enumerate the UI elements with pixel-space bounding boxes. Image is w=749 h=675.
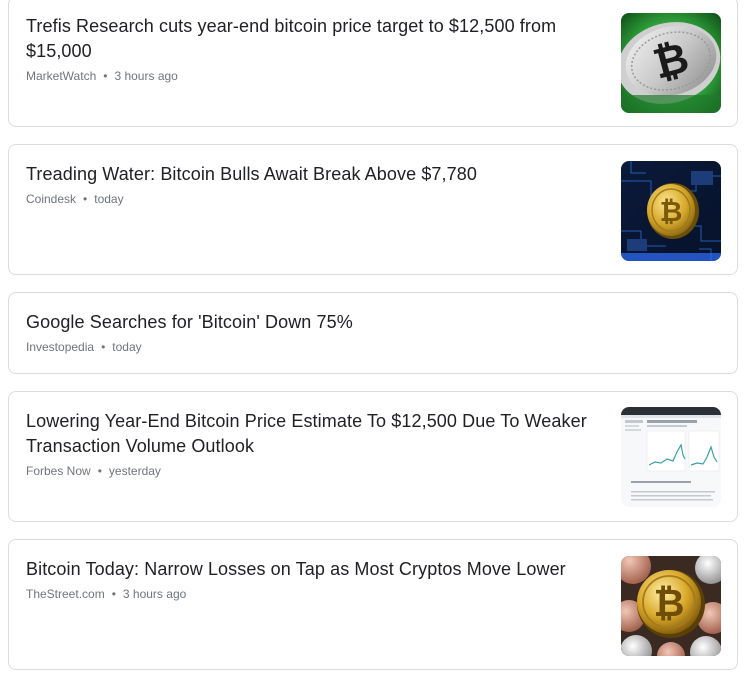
meta-separator: • xyxy=(103,69,108,83)
news-source: Forbes Now xyxy=(26,464,91,478)
news-headline[interactable]: Bitcoin Today: Narrow Losses on Tap as M… xyxy=(26,557,607,582)
news-time: 3 hours ago xyxy=(114,69,178,83)
news-card[interactable]: Trefis Research cuts year-end bitcoin pr… xyxy=(8,0,738,127)
news-headline[interactable]: Google Searches for 'Bitcoin' Down 75% xyxy=(26,310,720,335)
news-feed: Trefis Research cuts year-end bitcoin pr… xyxy=(0,0,749,675)
news-card[interactable]: Bitcoin Today: Narrow Losses on Tap as M… xyxy=(8,539,738,670)
meta-separator: • xyxy=(97,464,102,478)
news-headline[interactable]: Treading Water: Bitcoin Bulls Await Brea… xyxy=(26,162,607,187)
news-headline[interactable]: Lowering Year-End Bitcoin Price Estimate… xyxy=(26,409,607,459)
news-source: TheStreet.com xyxy=(26,587,105,601)
news-meta: Forbes Now • yesterday xyxy=(26,463,607,479)
news-source: Investopedia xyxy=(26,340,95,354)
meta-separator: • xyxy=(101,340,106,354)
svg-text:₿: ₿ xyxy=(654,581,685,625)
news-time: today xyxy=(94,192,124,206)
news-card-text: Lowering Year-End Bitcoin Price Estimate… xyxy=(26,409,607,479)
bitcoin-coin-green-icon[interactable]: ₿ xyxy=(621,13,721,113)
meta-separator: • xyxy=(83,192,88,206)
news-card[interactable]: Treading Water: Bitcoin Bulls Await Brea… xyxy=(8,144,738,275)
news-meta: Investopedia • today xyxy=(26,339,720,355)
news-card[interactable]: Lowering Year-End Bitcoin Price Estimate… xyxy=(8,391,738,522)
news-source: MarketWatch xyxy=(26,69,97,83)
news-time: yesterday xyxy=(108,464,161,478)
meta-separator: • xyxy=(111,587,116,601)
news-time: today xyxy=(112,340,142,354)
news-time: 3 hours ago xyxy=(122,587,187,601)
news-card-text: Bitcoin Today: Narrow Losses on Tap as M… xyxy=(26,557,607,602)
news-meta: TheStreet.com • 3 hours ago xyxy=(26,586,607,602)
news-meta: Coindesk • today xyxy=(26,191,607,207)
svg-text:₿: ₿ xyxy=(660,195,683,228)
news-headline[interactable]: Trefis Research cuts year-end bitcoin pr… xyxy=(26,14,607,64)
price-chart-screenshot-icon[interactable] xyxy=(621,407,721,507)
news-card-text: Google Searches for 'Bitcoin' Down 75% I… xyxy=(26,310,720,355)
bitcoin-circuit-board-icon[interactable]: ₿ xyxy=(621,161,721,261)
news-source: Coindesk xyxy=(26,192,77,206)
crypto-coins-pile-icon[interactable]: ₿ xyxy=(621,556,721,656)
news-card-text: Trefis Research cuts year-end bitcoin pr… xyxy=(26,14,607,84)
news-card-text: Treading Water: Bitcoin Bulls Await Brea… xyxy=(26,162,607,207)
news-card[interactable]: Google Searches for 'Bitcoin' Down 75% I… xyxy=(8,292,738,374)
news-meta: MarketWatch • 3 hours ago xyxy=(26,68,607,84)
